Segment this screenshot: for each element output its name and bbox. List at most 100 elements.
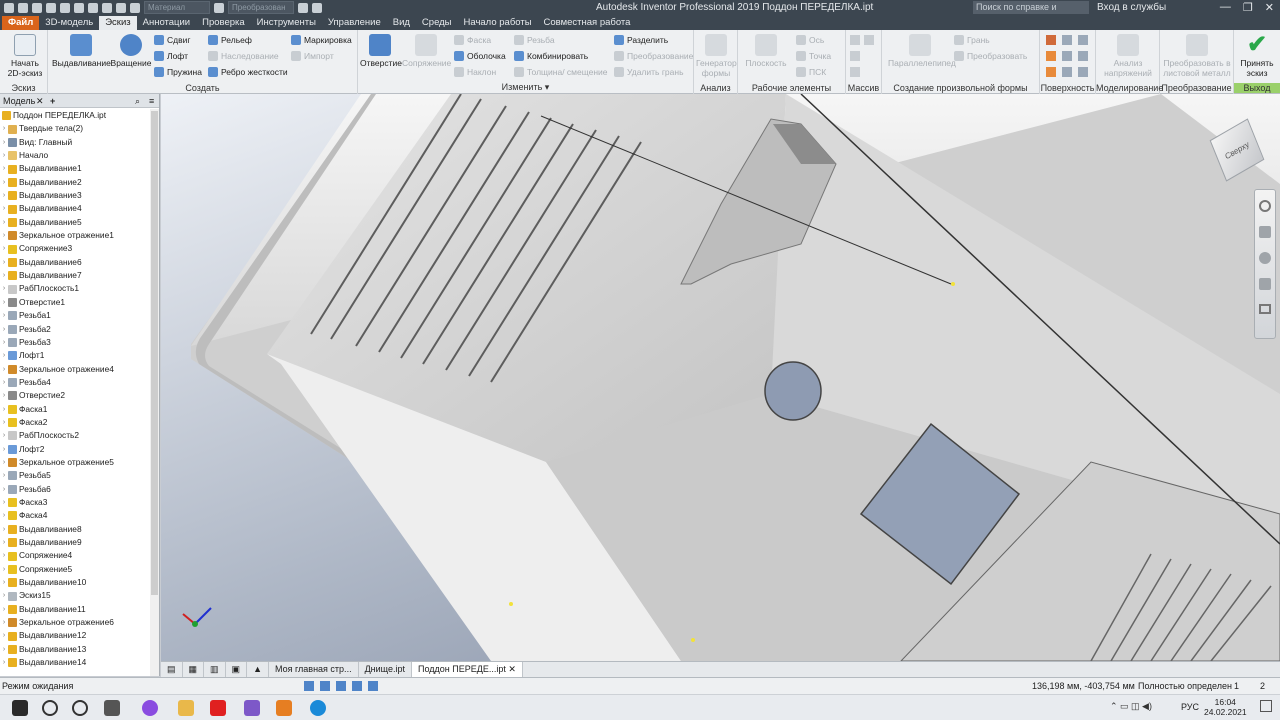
expand-arrow-icon[interactable]: › <box>0 149 8 162</box>
sweep-button[interactable]: Сдвиг <box>154 35 190 45</box>
expand-arrow-icon[interactable]: › <box>0 282 8 295</box>
browser-title[interactable]: Модель <box>3 96 35 106</box>
sign-in-link[interactable]: Вход в службы <box>1097 2 1166 13</box>
mark-button[interactable]: Маркировка <box>291 35 352 45</box>
expand-arrow-icon[interactable]: › <box>0 336 8 349</box>
close-icon[interactable]: ✕ <box>1265 1 1274 14</box>
steering-wheel-icon[interactable] <box>1259 200 1271 212</box>
close-browser-icon[interactable]: ✕ <box>36 94 44 108</box>
search-icon[interactable] <box>42 700 58 716</box>
ruled-surface-icon[interactable] <box>1046 67 1056 77</box>
appearance-select[interactable]: Преобразован <box>228 1 294 14</box>
expand-arrow-icon[interactable]: › <box>0 323 8 336</box>
expand-arrow-icon[interactable]: › <box>0 363 8 376</box>
save-icon[interactable] <box>46 3 56 13</box>
tab-environments[interactable]: Среды <box>416 16 458 30</box>
tab-annotate[interactable]: Аннотации <box>137 16 197 30</box>
expand-arrow-icon[interactable]: › <box>0 483 8 496</box>
notifications-icon[interactable] <box>1260 700 1272 712</box>
loft-button[interactable]: Лофт <box>154 51 188 61</box>
clear-appearance-icon[interactable] <box>298 3 308 13</box>
expand-arrow-icon[interactable]: › <box>0 469 8 482</box>
combine-button[interactable]: Комбинировать <box>514 51 588 61</box>
freeform-box-button[interactable]: Параллелепипед <box>888 34 956 68</box>
tree-node[interactable]: › Выдавливание10 <box>0 576 150 589</box>
hide-constraints-icon[interactable] <box>320 681 330 691</box>
stress-analysis-button[interactable]: Анализ напряжений <box>1102 34 1154 78</box>
menu-icon[interactable]: ≡ <box>149 94 154 108</box>
tree-node[interactable]: › Отверстие2 <box>0 389 150 402</box>
convert-sheet-metal-button[interactable]: Преобразовать в листовой металл <box>1162 34 1232 78</box>
scrollbar-thumb[interactable] <box>151 111 158 595</box>
tree-node[interactable]: › Эскиз15 <box>0 589 150 602</box>
cascade-icon[interactable]: ▥ <box>204 662 226 677</box>
tab-view[interactable]: Вид <box>387 16 416 30</box>
help-search-input[interactable]: Поиск по справке и командам <box>973 1 1089 25</box>
tree-node[interactable]: › Начало <box>0 149 150 162</box>
delete-face-button[interactable]: Удалить грань <box>614 67 684 77</box>
model-canvas[interactable] <box>161 94 1280 661</box>
replace-face-icon[interactable] <box>1078 51 1088 61</box>
stitch-icon[interactable] <box>1046 35 1056 45</box>
expand-arrow-icon[interactable]: › <box>0 389 8 402</box>
split-button[interactable]: Разделить <box>614 35 668 45</box>
expand-arrow-icon[interactable]: › <box>0 122 8 135</box>
select-icon[interactable] <box>116 3 126 13</box>
tree-node[interactable]: › РабПлоскость2 <box>0 429 150 442</box>
patch-icon[interactable] <box>1078 35 1088 45</box>
tree-node[interactable]: › Резьба4 <box>0 376 150 389</box>
relax-mode-icon[interactable] <box>368 681 378 691</box>
close-tab-icon[interactable]: ✕ <box>508 664 516 674</box>
dimensions-icon[interactable] <box>336 681 346 691</box>
expand-arrow-icon[interactable]: › <box>0 576 8 589</box>
tree-node[interactable]: › Отверстие1 <box>0 296 150 309</box>
trim-icon[interactable] <box>1046 51 1056 61</box>
tree-node[interactable]: › Вид: Главный <box>0 136 150 149</box>
rectangular-pattern-icon[interactable] <box>850 35 860 45</box>
expand-arrow-icon[interactable]: › <box>0 523 8 536</box>
open-file-icon[interactable] <box>32 3 42 13</box>
maximize-icon[interactable]: ❐ <box>1243 1 1253 14</box>
draft-button[interactable]: Наклон <box>454 67 496 77</box>
tree-node[interactable]: › Выдавливание14 <box>0 656 150 669</box>
tree-node[interactable]: › Фаска3 <box>0 496 150 509</box>
expand-arrow-icon[interactable]: › <box>0 403 8 416</box>
tree-node[interactable]: › Резьба1 <box>0 309 150 322</box>
fillet-button[interactable]: Сопряжение <box>402 34 451 68</box>
show-constraints-icon[interactable] <box>304 681 314 691</box>
finish-sketch-button[interactable]: ✔ Принять эскиз <box>1236 32 1278 79</box>
sketch-point[interactable] <box>509 602 513 606</box>
tree-node[interactable]: › Зеркальное отражение6 <box>0 616 150 629</box>
emboss-button[interactable]: Рельеф <box>208 35 252 45</box>
tree-node[interactable]: › Лофт2 <box>0 443 150 456</box>
tab-tools[interactable]: Инструменты <box>251 16 322 30</box>
expand-arrow-icon[interactable]: › <box>0 416 8 429</box>
tree-node[interactable]: › Сопряжение3 <box>0 242 150 255</box>
tree-node[interactable]: › Выдавливание4 <box>0 202 150 215</box>
doc-tab-home[interactable]: Моя главная стр... <box>269 662 359 677</box>
expand-arrow-icon[interactable]: › <box>0 309 8 322</box>
expand-arrow-icon[interactable]: › <box>0 349 8 362</box>
appearance-icon[interactable] <box>214 3 224 13</box>
transform-button[interactable]: Преобразование <box>614 51 693 61</box>
tree-node[interactable]: › Фаска2 <box>0 416 150 429</box>
pan-icon[interactable] <box>1259 226 1271 238</box>
tree-node[interactable]: › Резьба3 <box>0 336 150 349</box>
tree-node[interactable]: › Резьба2 <box>0 323 150 336</box>
boundary-patch-icon[interactable] <box>1062 67 1072 77</box>
yandex-browser-icon[interactable] <box>210 700 226 716</box>
alice-icon[interactable] <box>142 700 158 716</box>
expand-arrow-icon[interactable]: › <box>0 189 8 202</box>
view-face-icon[interactable] <box>1259 304 1271 314</box>
tree-node[interactable]: › Сопряжение5 <box>0 563 150 576</box>
viber-icon[interactable] <box>244 700 260 716</box>
expand-arrow-icon[interactable]: › <box>0 296 8 309</box>
home-icon[interactable] <box>88 3 98 13</box>
material-select[interactable]: Материал <box>144 1 210 14</box>
doc-tab-active[interactable]: Поддон ПЕРЕДЕ...ipt ✕ <box>412 662 523 677</box>
extrude-button[interactable]: Выдавливание <box>52 34 111 68</box>
import-button[interactable]: Импорт <box>291 51 334 61</box>
expand-arrow-icon[interactable]: › <box>0 229 8 242</box>
app-menu-icon[interactable] <box>4 3 14 13</box>
tree-node[interactable]: › Резьба5 <box>0 469 150 482</box>
